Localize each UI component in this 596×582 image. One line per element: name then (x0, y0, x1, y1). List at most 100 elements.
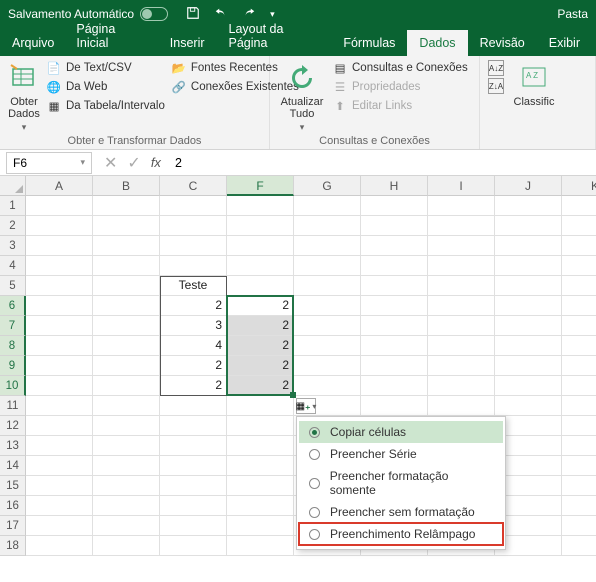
row-header[interactable]: 12 (0, 416, 26, 436)
formula-bar: F6 ▾ ✕ ✓ fx (0, 150, 596, 176)
table-icon: ▦ (46, 98, 62, 114)
queries-icon: ▤ (332, 60, 348, 76)
row-header[interactable]: 18 (0, 536, 26, 556)
select-all-corner[interactable] (0, 176, 26, 196)
cell-c9[interactable]: 2 (160, 356, 227, 376)
col-header[interactable]: I (428, 176, 495, 196)
row-header[interactable]: 1 (0, 196, 26, 216)
row-header[interactable]: 16 (0, 496, 26, 516)
row-header[interactable]: 5 (0, 276, 26, 296)
tab-file[interactable]: Arquivo (4, 30, 64, 56)
from-web-button[interactable]: 🌐Da Web (46, 79, 165, 95)
get-data-button[interactable]: Obter Dados ▾ (8, 60, 40, 133)
menu-flash-fill[interactable]: Preenchimento Relâmpago (299, 523, 503, 545)
group-label-get-transform: Obter e Transformar Dados (8, 133, 261, 147)
cell-c10[interactable]: 2 (160, 376, 227, 396)
row-header[interactable]: 17 (0, 516, 26, 536)
from-table-button[interactable]: ▦Da Tabela/Intervalo (46, 98, 165, 114)
namebox-dropdown-icon[interactable]: ▾ (80, 157, 85, 168)
col-header[interactable]: C (160, 176, 227, 196)
radio-icon (309, 507, 320, 518)
tab-view[interactable]: Exibir (537, 30, 592, 56)
document-title: Pasta (557, 7, 588, 21)
col-header[interactable]: A (26, 176, 93, 196)
radio-icon (309, 478, 320, 489)
col-header[interactable]: B (93, 176, 160, 196)
save-icon[interactable] (186, 6, 200, 23)
recent-icon: 📂 (171, 60, 187, 76)
web-icon: 🌐 (46, 79, 62, 95)
tab-formulas[interactable]: Fórmulas (331, 30, 407, 56)
menu-copy-cells[interactable]: Copiar células (299, 421, 503, 443)
cell-f10[interactable]: 2 (227, 376, 294, 396)
autosave-toggle[interactable] (140, 7, 168, 21)
radio-icon (309, 449, 320, 460)
ribbon: Obter Dados ▾ 📄De Text/CSV 🌐Da Web ▦Da T… (0, 56, 596, 150)
menu-bar: Arquivo Página Inicial Inserir Layout da… (0, 28, 596, 56)
autofill-menu: Copiar células Preencher Série Preencher… (296, 416, 506, 550)
tab-home[interactable]: Página Inicial (64, 16, 157, 56)
menu-fill-without-formatting[interactable]: Preencher sem formatação (299, 501, 503, 523)
cell-c7[interactable]: 3 (160, 316, 227, 336)
row-header[interactable]: 14 (0, 456, 26, 476)
spreadsheet-grid[interactable]: A B C F G H I J K 1 2 3 4 5 6 7 8 9 10 1… (0, 176, 596, 576)
col-header[interactable]: K (562, 176, 596, 196)
refresh-icon (286, 62, 318, 94)
tab-insert[interactable]: Inserir (158, 30, 217, 56)
autofill-icon: ▦₊ (296, 401, 311, 412)
row-header[interactable]: 8 (0, 336, 26, 356)
queries-connections-button[interactable]: ▤Consultas e Conexões (332, 60, 468, 76)
formula-input[interactable] (169, 156, 596, 170)
radio-icon (309, 427, 320, 438)
row-header[interactable]: 4 (0, 256, 26, 276)
column-headers[interactable]: A B C F G H I J K (26, 176, 596, 196)
row-headers[interactable]: 1 2 3 4 5 6 7 8 9 10 11 12 13 14 15 16 1… (0, 196, 26, 556)
row-header[interactable]: 3 (0, 236, 26, 256)
tab-layout[interactable]: Layout da Página (217, 16, 332, 56)
sort-icon: A Z (518, 62, 550, 94)
sort-button[interactable]: A Z Classific (510, 60, 558, 108)
cancel-icon[interactable]: ✕ (104, 153, 117, 173)
cell-f6[interactable]: 2 (227, 296, 294, 316)
tab-review[interactable]: Revisão (468, 30, 537, 56)
fx-icon[interactable]: fx (151, 155, 161, 170)
row-header[interactable]: 13 (0, 436, 26, 456)
autofill-options-button[interactable]: ▦₊▾ (296, 398, 316, 414)
col-header[interactable]: G (294, 176, 361, 196)
properties-button[interactable]: ☰Propriedades (332, 79, 468, 95)
cell-f8[interactable]: 2 (227, 336, 294, 356)
menu-fill-formatting-only[interactable]: Preencher formatação somente (299, 465, 503, 501)
row-header[interactable]: 15 (0, 476, 26, 496)
col-header[interactable]: H (361, 176, 428, 196)
svg-text:A Z: A Z (526, 71, 538, 80)
radio-icon (309, 529, 320, 540)
enter-icon[interactable]: ✓ (127, 153, 140, 173)
sort-az-button[interactable]: A↓Z (488, 60, 504, 76)
tab-data[interactable]: Dados (407, 30, 467, 56)
get-data-icon (8, 62, 40, 94)
row-header[interactable]: 7 (0, 316, 26, 336)
row-header[interactable]: 2 (0, 216, 26, 236)
group-label-queries: Consultas e Conexões (278, 133, 471, 147)
col-header[interactable]: F (227, 176, 294, 196)
row-header[interactable]: 9 (0, 356, 26, 376)
cell-c5[interactable]: Teste (160, 276, 227, 296)
from-text-csv-button[interactable]: 📄De Text/CSV (46, 60, 165, 76)
connection-icon: 🔗 (171, 79, 187, 95)
row-header[interactable]: 6 (0, 296, 26, 316)
edit-links-button[interactable]: ⬆Editar Links (332, 98, 468, 114)
menu-fill-series[interactable]: Preencher Série (299, 443, 503, 465)
text-csv-icon: 📄 (46, 60, 62, 76)
sort-za-icon: Z↓A (488, 78, 504, 94)
cell-f9[interactable]: 2 (227, 356, 294, 376)
sort-az-icon: A↓Z (488, 60, 504, 76)
cell-c6[interactable]: 2 (160, 296, 227, 316)
col-header[interactable]: J (495, 176, 562, 196)
row-header[interactable]: 10 (0, 376, 26, 396)
cell-f7[interactable]: 2 (227, 316, 294, 336)
cell-c8[interactable]: 4 (160, 336, 227, 356)
name-box[interactable]: F6 ▾ (6, 152, 92, 174)
row-header[interactable]: 11 (0, 396, 26, 416)
refresh-all-button[interactable]: Atualizar Tudo ▾ (278, 60, 326, 133)
sort-za-button[interactable]: Z↓A (488, 76, 504, 94)
